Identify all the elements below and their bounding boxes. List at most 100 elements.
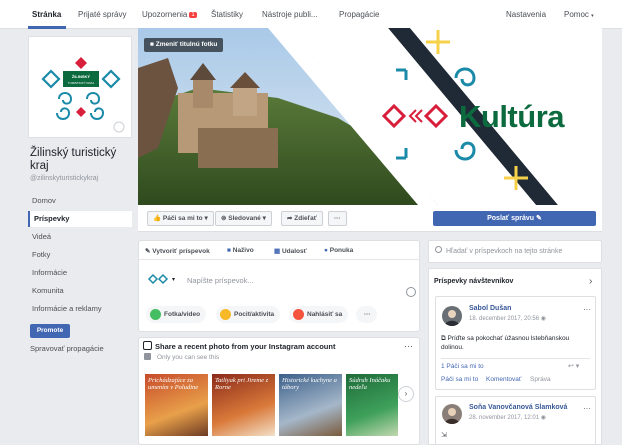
post-date-label: 18. december 2017, 20:56	[469, 316, 540, 322]
promote-button[interactable]: Promote	[30, 324, 70, 338]
chevron-right-icon[interactable]: ›	[398, 386, 414, 402]
composer-more-button[interactable]: ···	[356, 306, 377, 323]
post-like-link[interactable]: Páči sa mi to	[441, 376, 478, 383]
live-label: Naživo	[232, 247, 254, 254]
post-text: ⧉ Príďte sa pokochať úžasnou lstebňansko…	[441, 334, 581, 352]
tab-inbox[interactable]: Prijaté správy	[78, 10, 126, 19]
page-handle[interactable]: @zilinskyturistickykraj	[30, 175, 98, 182]
instagram-thumb[interactable]: Prichádzajúce za umením v Poludine	[145, 374, 208, 436]
photo-video-label: Fotka/video	[164, 311, 201, 318]
instagram-thumb[interactable]: Historické kuchyne a tábory	[279, 374, 342, 436]
avatar[interactable]	[442, 306, 462, 326]
post-message-link[interactable]: Správa	[530, 376, 551, 383]
video-icon: ■	[227, 247, 231, 254]
reply-icon[interactable]: ↩ ▾	[568, 362, 579, 370]
rss-icon: ⊚	[221, 215, 227, 222]
sidebar-item-videos[interactable]: Videá	[28, 229, 132, 245]
calendar-icon: ▦	[274, 248, 281, 255]
event-label: Udalosť	[281, 248, 307, 255]
more-options-icon[interactable]: ···	[404, 341, 413, 351]
create-post-tab[interactable]: ✎ Vytvoriť príspevok	[145, 247, 210, 255]
active-tab-underline	[28, 26, 66, 29]
page-name[interactable]: Žilinský turistický kraj	[30, 147, 130, 173]
post-input[interactable]: Napíšte príspevok...	[187, 276, 254, 285]
offer-tab[interactable]: ● Ponuka	[324, 247, 353, 254]
sidebar-item-about[interactable]: Informácie	[28, 265, 132, 281]
caret-down-icon[interactable]: ▾	[172, 276, 175, 283]
sidebar-item-photos[interactable]: Fotky	[28, 247, 132, 263]
globe-icon: ◉	[540, 316, 546, 322]
svg-text:ŽILINSKÝ: ŽILINSKÝ	[72, 74, 91, 79]
thumb-caption: Prichádzajúce za umením v Poludine	[148, 377, 199, 391]
pencil-icon: ✎	[536, 215, 542, 222]
tab-insights[interactable]: Štatistiky	[211, 10, 243, 19]
caret-down-icon: ▾	[591, 13, 594, 19]
sidebar-item-home[interactable]: Domov	[28, 193, 132, 209]
post-date[interactable]: 18. december 2017, 20:56 ◉	[469, 315, 546, 322]
instagram-subtitle: Only you can see this	[157, 354, 220, 361]
emoji-icon[interactable]	[406, 287, 416, 297]
post-date-label: 28. november 2017, 12:01	[469, 415, 540, 421]
create-post-label: Vytvoriť príspevok	[152, 248, 210, 255]
composer-divider	[138, 259, 420, 260]
more-options-icon[interactable]: ···	[583, 404, 591, 413]
photo-video-button[interactable]: Fotka/video	[146, 306, 207, 323]
tab-notifications-label: Upozornenia	[142, 10, 188, 19]
following-label: Sledované	[228, 215, 261, 222]
tab-help-label: Pomoc	[564, 10, 589, 19]
chevron-right-icon[interactable]: ›	[589, 276, 592, 287]
sidebar-item-info-ads[interactable]: Informácie a reklamy	[28, 301, 132, 317]
tab-settings[interactable]: Nastavenia	[506, 10, 546, 19]
share-label: Zdieľať	[294, 215, 317, 222]
visitor-name[interactable]: Sabol Dušan	[469, 305, 511, 312]
notification-badge: 1	[189, 12, 197, 18]
more-options-icon[interactable]: ···	[583, 305, 591, 314]
sidebar-item-community[interactable]: Komunita	[28, 283, 132, 299]
composer-avatar[interactable]	[147, 270, 169, 288]
search-placeholder: Hľadať v príspevkoch na tejto stránke	[446, 248, 563, 255]
share-icon: ⇲	[441, 432, 447, 439]
smiley-icon	[220, 309, 231, 320]
event-tab[interactable]: ▦ Udalosť	[274, 247, 307, 255]
offer-icon: ●	[324, 247, 328, 254]
tab-publishing-tools[interactable]: Nástroje publi...	[262, 10, 318, 19]
tab-notifications[interactable]: Upozornenia 1	[142, 10, 197, 19]
link-icon: ⧉	[441, 335, 446, 342]
like-page-button[interactable]: 👍 Páči sa mi to ▾	[147, 211, 214, 226]
tab-page[interactable]: Stránka	[32, 10, 61, 19]
profile-picture[interactable]: ŽILINSKÝ TURISTICKÝ KRAJ	[28, 36, 132, 138]
location-pin-icon	[293, 309, 304, 320]
send-message-label: Poslať správu	[487, 215, 535, 222]
like-page-label: Páči sa mi to	[162, 215, 203, 222]
camera-icon: ■	[150, 41, 154, 48]
more-actions-button[interactable]: ···	[328, 211, 347, 226]
share-button[interactable]: ➦ Zdieľať	[281, 211, 323, 226]
sidebar-item-posts[interactable]: Príspevky	[28, 211, 132, 227]
post-date[interactable]: 28. november 2017, 12:01 ◉	[469, 414, 546, 421]
region-logo: ŽILINSKÝ TURISTICKÝ KRAJ	[41, 57, 125, 133]
instagram-icon	[143, 341, 152, 350]
feeling-activity-button[interactable]: Pocit/aktivita	[216, 306, 281, 323]
share-icon: ➦	[287, 215, 293, 222]
caret-down-icon: ▾	[204, 215, 208, 222]
lock-icon	[144, 353, 151, 360]
feeling-activity-label: Pocit/aktivita	[234, 311, 275, 318]
manage-promotions-link[interactable]: Spravovať propagácie	[30, 344, 104, 353]
visitor-name[interactable]: Soňa Vanovčanová Slamková	[469, 404, 567, 411]
live-tab[interactable]: ■ Naživo	[227, 247, 254, 254]
tab-help[interactable]: Pomoc ▾	[564, 10, 594, 19]
change-cover-button[interactable]: ■ Zmeniť titulnú fotku	[144, 38, 224, 52]
following-button[interactable]: ⊚ Sledované ▾	[215, 211, 272, 226]
check-in-button[interactable]: Nahlásiť sa	[289, 306, 349, 323]
instagram-thumb[interactable]: Súdruh Ináčaku nedeľa	[346, 374, 398, 436]
instagram-thumb[interactable]: Tatliyak pri Jireme z Rorne	[212, 374, 275, 436]
send-message-button[interactable]: Poslať správu ✎	[433, 211, 596, 226]
check-in-label: Nahlásiť sa	[307, 311, 343, 318]
post-comment-link[interactable]: Komentovať	[486, 376, 521, 383]
tab-promotions[interactable]: Propagácie	[339, 10, 379, 19]
likes-count[interactable]: 1 Páči sa mi to	[441, 363, 484, 370]
avatar-image	[445, 310, 459, 326]
visitor-posts-title[interactable]: Príspevky návštevníkov	[434, 278, 513, 285]
avatar[interactable]	[442, 404, 462, 424]
svg-text:TURISTICKÝ KRAJ: TURISTICKÝ KRAJ	[68, 81, 95, 85]
